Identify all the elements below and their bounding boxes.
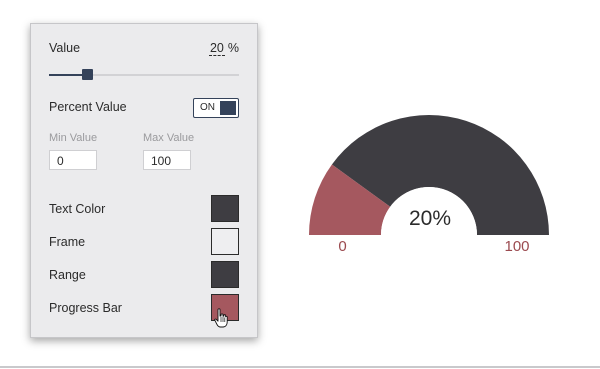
frame-color-swatch[interactable]	[211, 228, 239, 255]
frame-color-label: Frame	[49, 235, 86, 249]
frame-color-row: Frame	[49, 228, 239, 256]
gauge-min-label: 0	[338, 238, 347, 255]
range-color-swatch[interactable]	[211, 261, 239, 288]
max-value-group: Max Value 100	[143, 132, 195, 170]
progress-bar-color-label: Progress Bar	[49, 301, 122, 315]
min-value-group: Min Value 0	[49, 132, 98, 170]
range-color-label: Range	[49, 268, 86, 282]
percent-value-row: Percent Value ON	[49, 98, 239, 118]
text-color-swatch[interactable]	[211, 195, 239, 222]
toggle-on-label: ON	[200, 102, 215, 113]
percent-value-toggle[interactable]: ON	[193, 98, 239, 118]
value-row: Value 20%	[49, 41, 239, 59]
value-readout[interactable]: 20%	[208, 41, 239, 56]
text-color-label: Text Color	[49, 202, 106, 216]
page-bottom-divider	[0, 366, 600, 368]
range-color-row: Range	[49, 261, 239, 289]
min-value-label: Min Value	[49, 132, 98, 144]
value-label: Value	[49, 41, 81, 55]
percent-value-label: Percent Value	[49, 100, 127, 114]
progress-bar-color-row: Progress Bar	[49, 294, 239, 322]
hand-cursor-icon	[214, 308, 228, 328]
max-value-label: Max Value	[143, 132, 195, 144]
min-max-row: Min Value 0 Max Value 100	[49, 132, 239, 174]
gauge-max-label: 100	[504, 238, 530, 255]
text-color-row: Text Color	[49, 195, 239, 223]
gauge-settings-panel: Value 20% Percent Value ON Min Value 0 M…	[30, 23, 258, 338]
min-value-input[interactable]: 0	[49, 150, 97, 170]
value-unit: %	[227, 41, 239, 55]
value-number[interactable]: 20	[208, 41, 225, 56]
slider-thumb[interactable]	[82, 69, 93, 80]
value-slider[interactable]	[49, 69, 239, 81]
gauge-value-label: 20%	[408, 207, 452, 230]
max-value-input[interactable]: 100	[143, 150, 191, 170]
toggle-knob	[220, 101, 236, 115]
gauge-chart	[309, 115, 549, 235]
